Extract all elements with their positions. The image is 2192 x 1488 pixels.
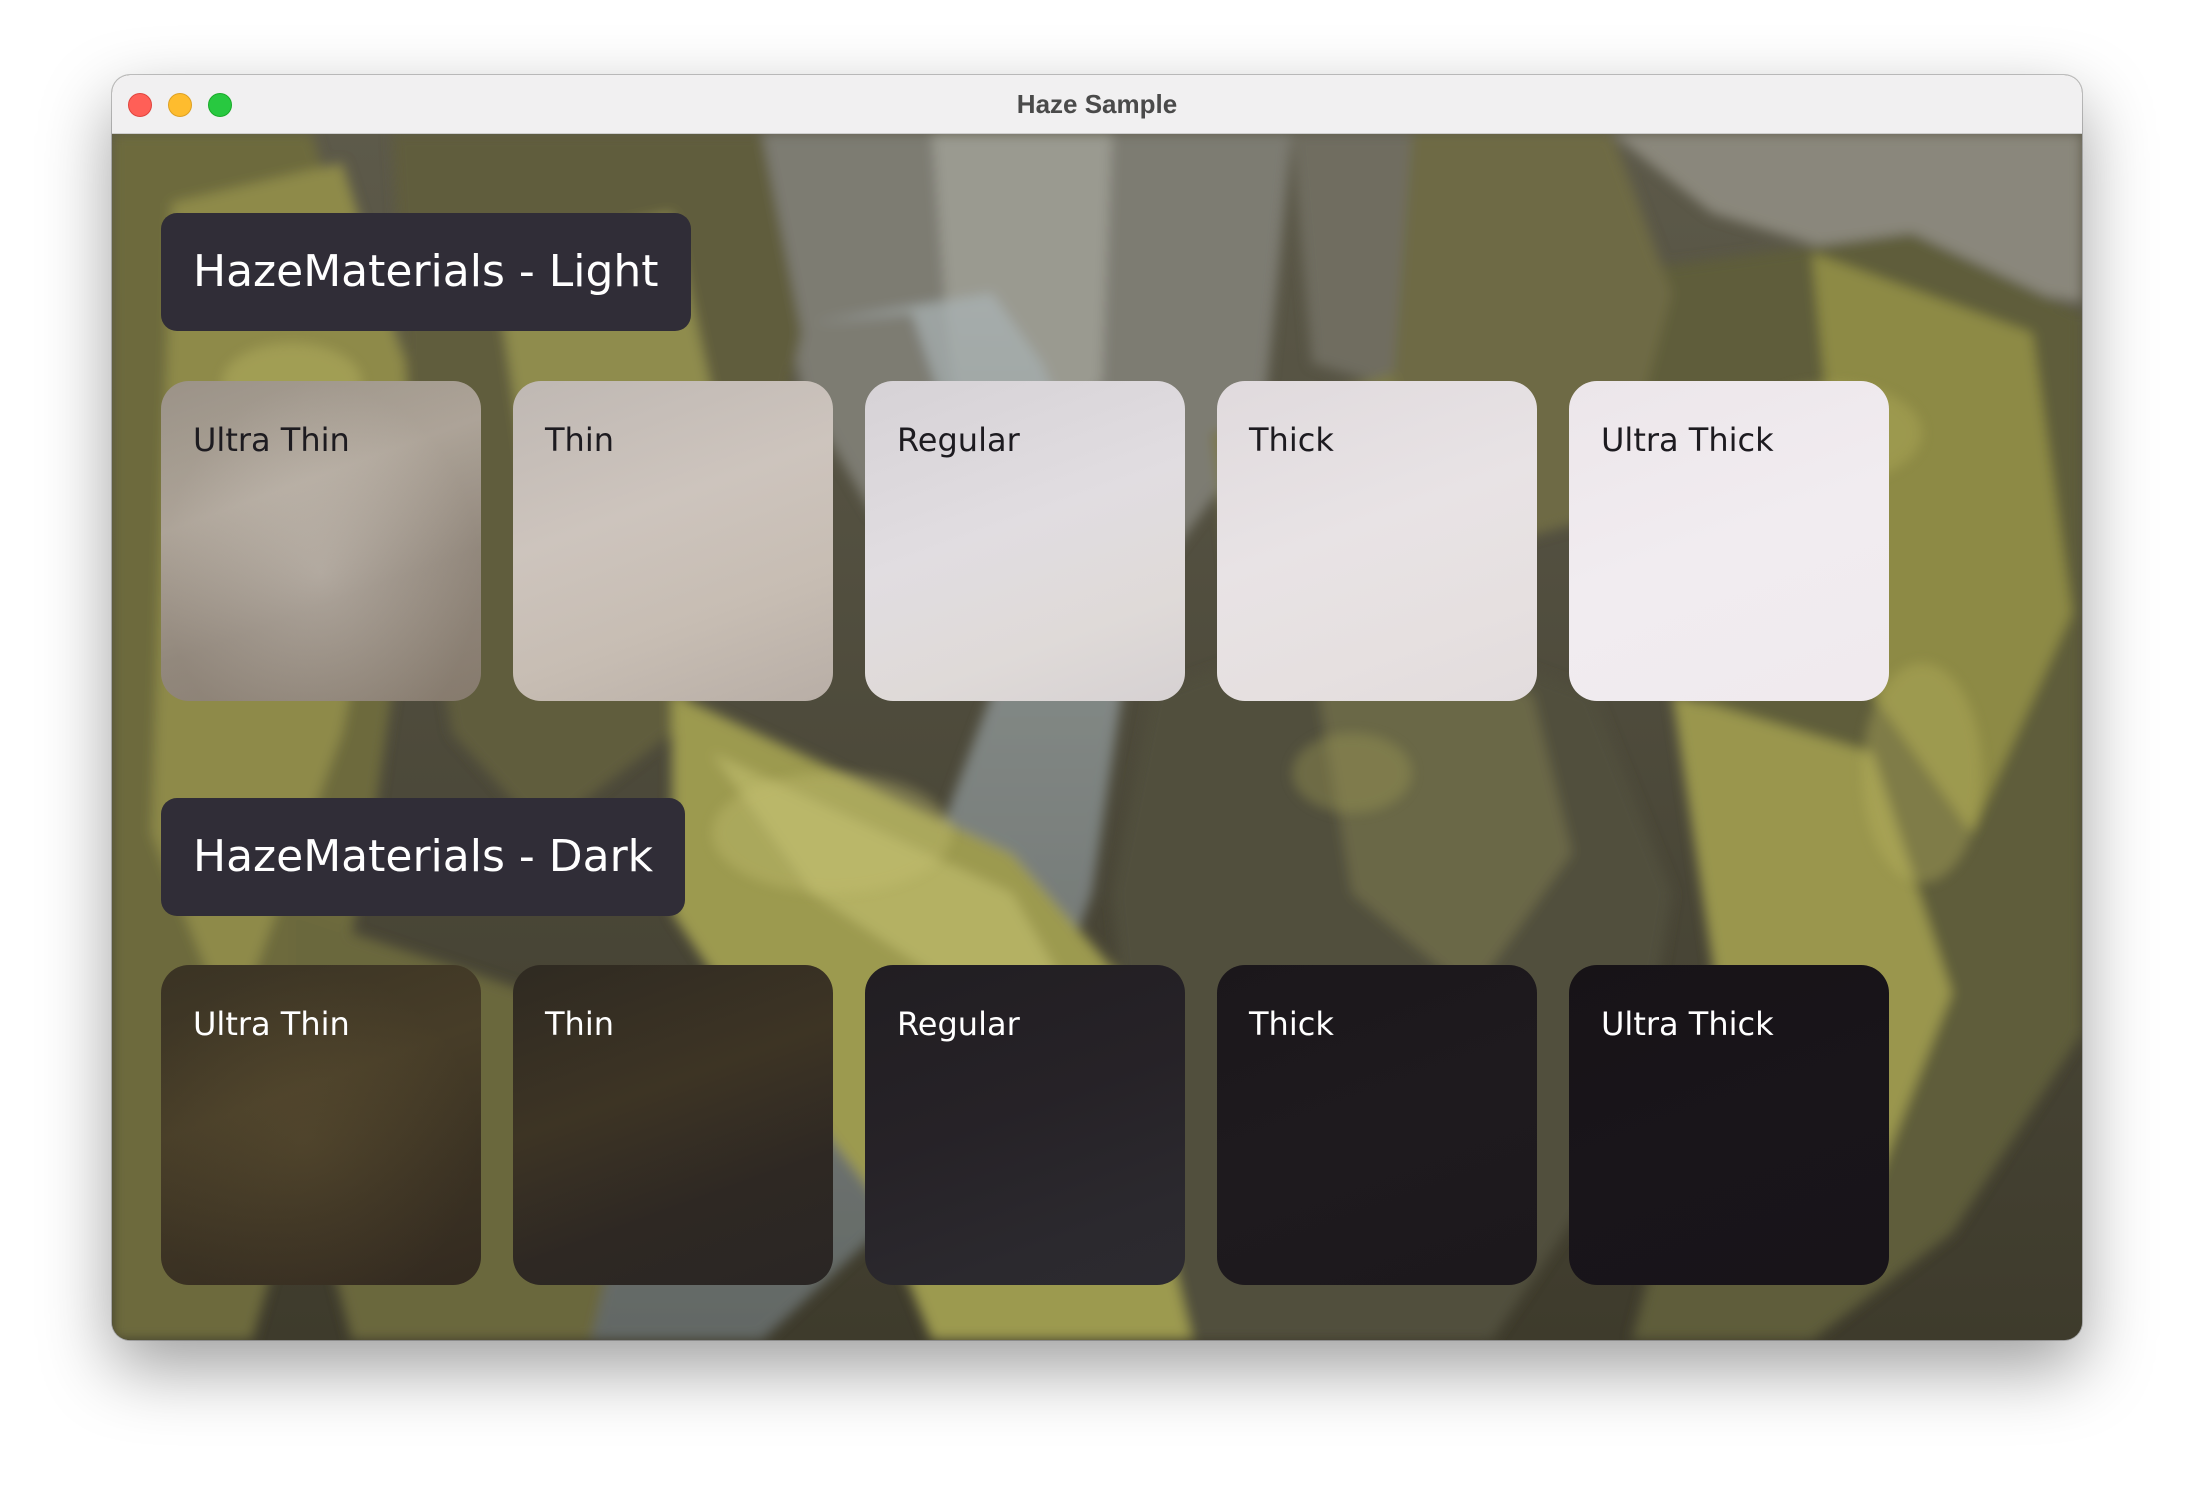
material-card-dark-ultra-thin: Ultra Thin: [161, 965, 481, 1285]
section-header-dark: HazeMaterials - Dark: [161, 798, 686, 916]
card-label: Thin: [545, 421, 614, 459]
material-card-light-thin: Thin: [513, 381, 833, 701]
material-card-light-regular: Regular: [865, 381, 1185, 701]
material-card-dark-thick: Thick: [1217, 965, 1537, 1285]
card-label: Regular: [897, 1005, 1020, 1043]
card-label: Ultra Thick: [1601, 1005, 1774, 1043]
title-bar[interactable]: Haze Sample: [112, 75, 2082, 134]
card-label: Ultra Thin: [193, 421, 350, 459]
content-area: HazeMaterials - Light Ultra Thin Thin Re…: [112, 133, 2082, 1340]
material-card-light-thick: Thick: [1217, 381, 1537, 701]
section-header-light: HazeMaterials - Light: [161, 213, 691, 331]
section-title-dark: HazeMaterials - Dark: [193, 831, 654, 882]
material-card-dark-ultra-thick: Ultra Thick: [1569, 965, 1889, 1285]
card-label: Ultra Thick: [1601, 421, 1774, 459]
material-card-light-ultra-thin: Ultra Thin: [161, 381, 481, 701]
material-card-dark-regular: Regular: [865, 965, 1185, 1285]
card-label: Ultra Thin: [193, 1005, 350, 1043]
card-label: Thin: [545, 1005, 614, 1043]
app-window: Haze Sample HazeMaterials - Light Ultra …: [112, 75, 2082, 1340]
material-card-dark-thin: Thin: [513, 965, 833, 1285]
card-label: Thick: [1249, 1005, 1334, 1043]
section-title-light: HazeMaterials - Light: [193, 246, 659, 297]
material-card-light-ultra-thick: Ultra Thick: [1569, 381, 1889, 701]
window-title: Haze Sample: [1016, 89, 1178, 119]
card-label: Regular: [897, 421, 1020, 459]
card-label: Thick: [1249, 421, 1334, 459]
